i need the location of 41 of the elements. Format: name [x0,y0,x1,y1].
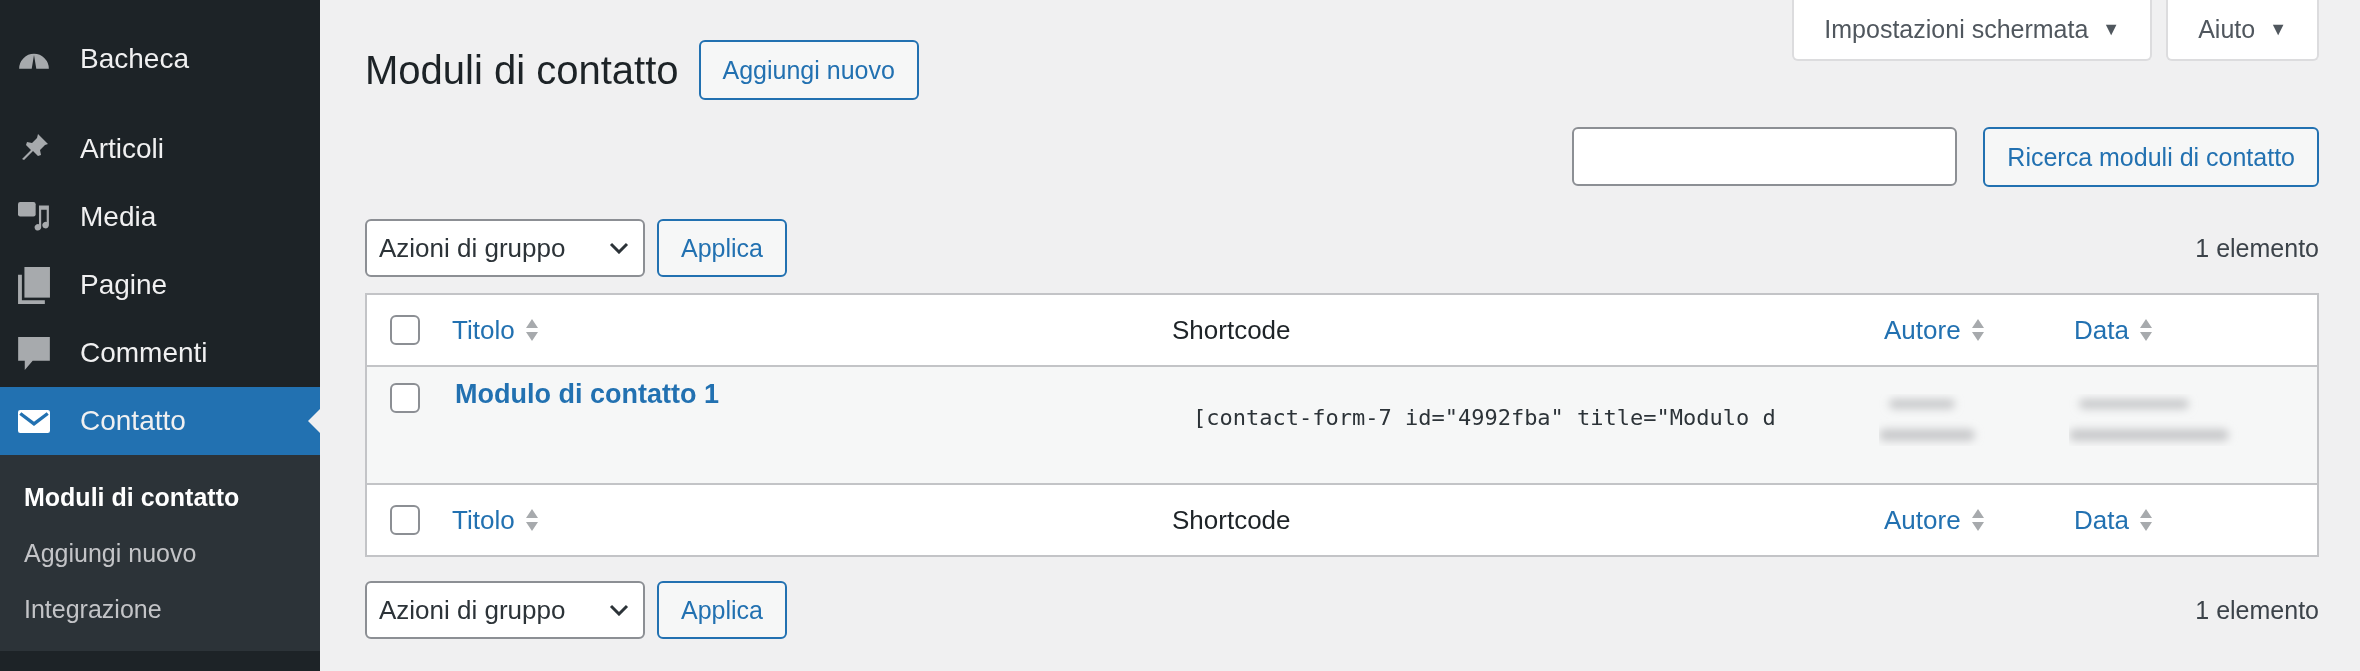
shortcode-text: [contact-form-7 id="4992fba" title="Modulo d [1193,405,1776,430]
menu-pointer [308,409,320,433]
column-sort-link[interactable]: Titolo [452,504,515,536]
row-checkbox[interactable] [390,383,420,413]
submenu-item[interactable]: Integrazione [0,581,320,637]
column-sort-link[interactable]: Data [2074,504,2129,536]
item-count: 1 elemento [2195,233,2319,263]
form-title-link[interactable]: Modulo di contatto 1 [455,379,719,410]
sidebar-item[interactable]: Articoli [0,115,320,183]
page-title: Moduli di contatto [365,47,679,93]
sidebar-item[interactable]: Contatto [0,387,320,455]
bulk-actions-select[interactable]: Azioni di gruppo [365,581,645,639]
select-all-checkbox[interactable] [390,315,420,345]
select-all-checkbox[interactable] [390,505,420,535]
column-sort-link[interactable]: Titolo [452,314,515,346]
chevron-down-icon [609,242,629,254]
item-count: 1 elemento [2195,595,2319,625]
column-sort-link[interactable]: Autore [1884,314,1961,346]
submenu-item[interactable]: Moduli di contatto [0,469,320,525]
chevron-down-icon [609,604,629,616]
column-sort-link[interactable]: Data [2074,314,2129,346]
submenu-item[interactable]: Aggiungi nuovo [0,525,320,581]
camera-note-icon [18,202,50,232]
comment-icon [18,336,50,370]
sidebar-item[interactable]: Media [0,183,320,251]
pages-icon [18,266,50,304]
search-button[interactable]: Ricerca moduli di contatto [1983,127,2319,187]
column-sort-link[interactable]: Autore [1884,504,1961,536]
sidebar-item[interactable]: Pagine [0,251,320,319]
column-header: Shortcode [1172,504,1291,536]
sidebar-item[interactable]: Bacheca [0,25,320,93]
add-new-button[interactable]: Aggiungi nuovo [698,40,919,100]
search-field[interactable] [1572,127,1958,186]
screen-meta-tab[interactable]: Impostazioni schermata ▼ [1792,0,2153,61]
sidebar-item[interactable]: Commenti [0,319,320,387]
apply-button[interactable]: Applica [657,219,787,277]
apply-button[interactable]: Applica [657,581,787,639]
column-header: Shortcode [1172,314,1291,346]
screen-meta-tab[interactable]: Aiuto ▼ [2166,0,2319,61]
bulk-actions-select[interactable]: Azioni di gruppo [365,219,645,277]
mail-icon [18,409,50,433]
